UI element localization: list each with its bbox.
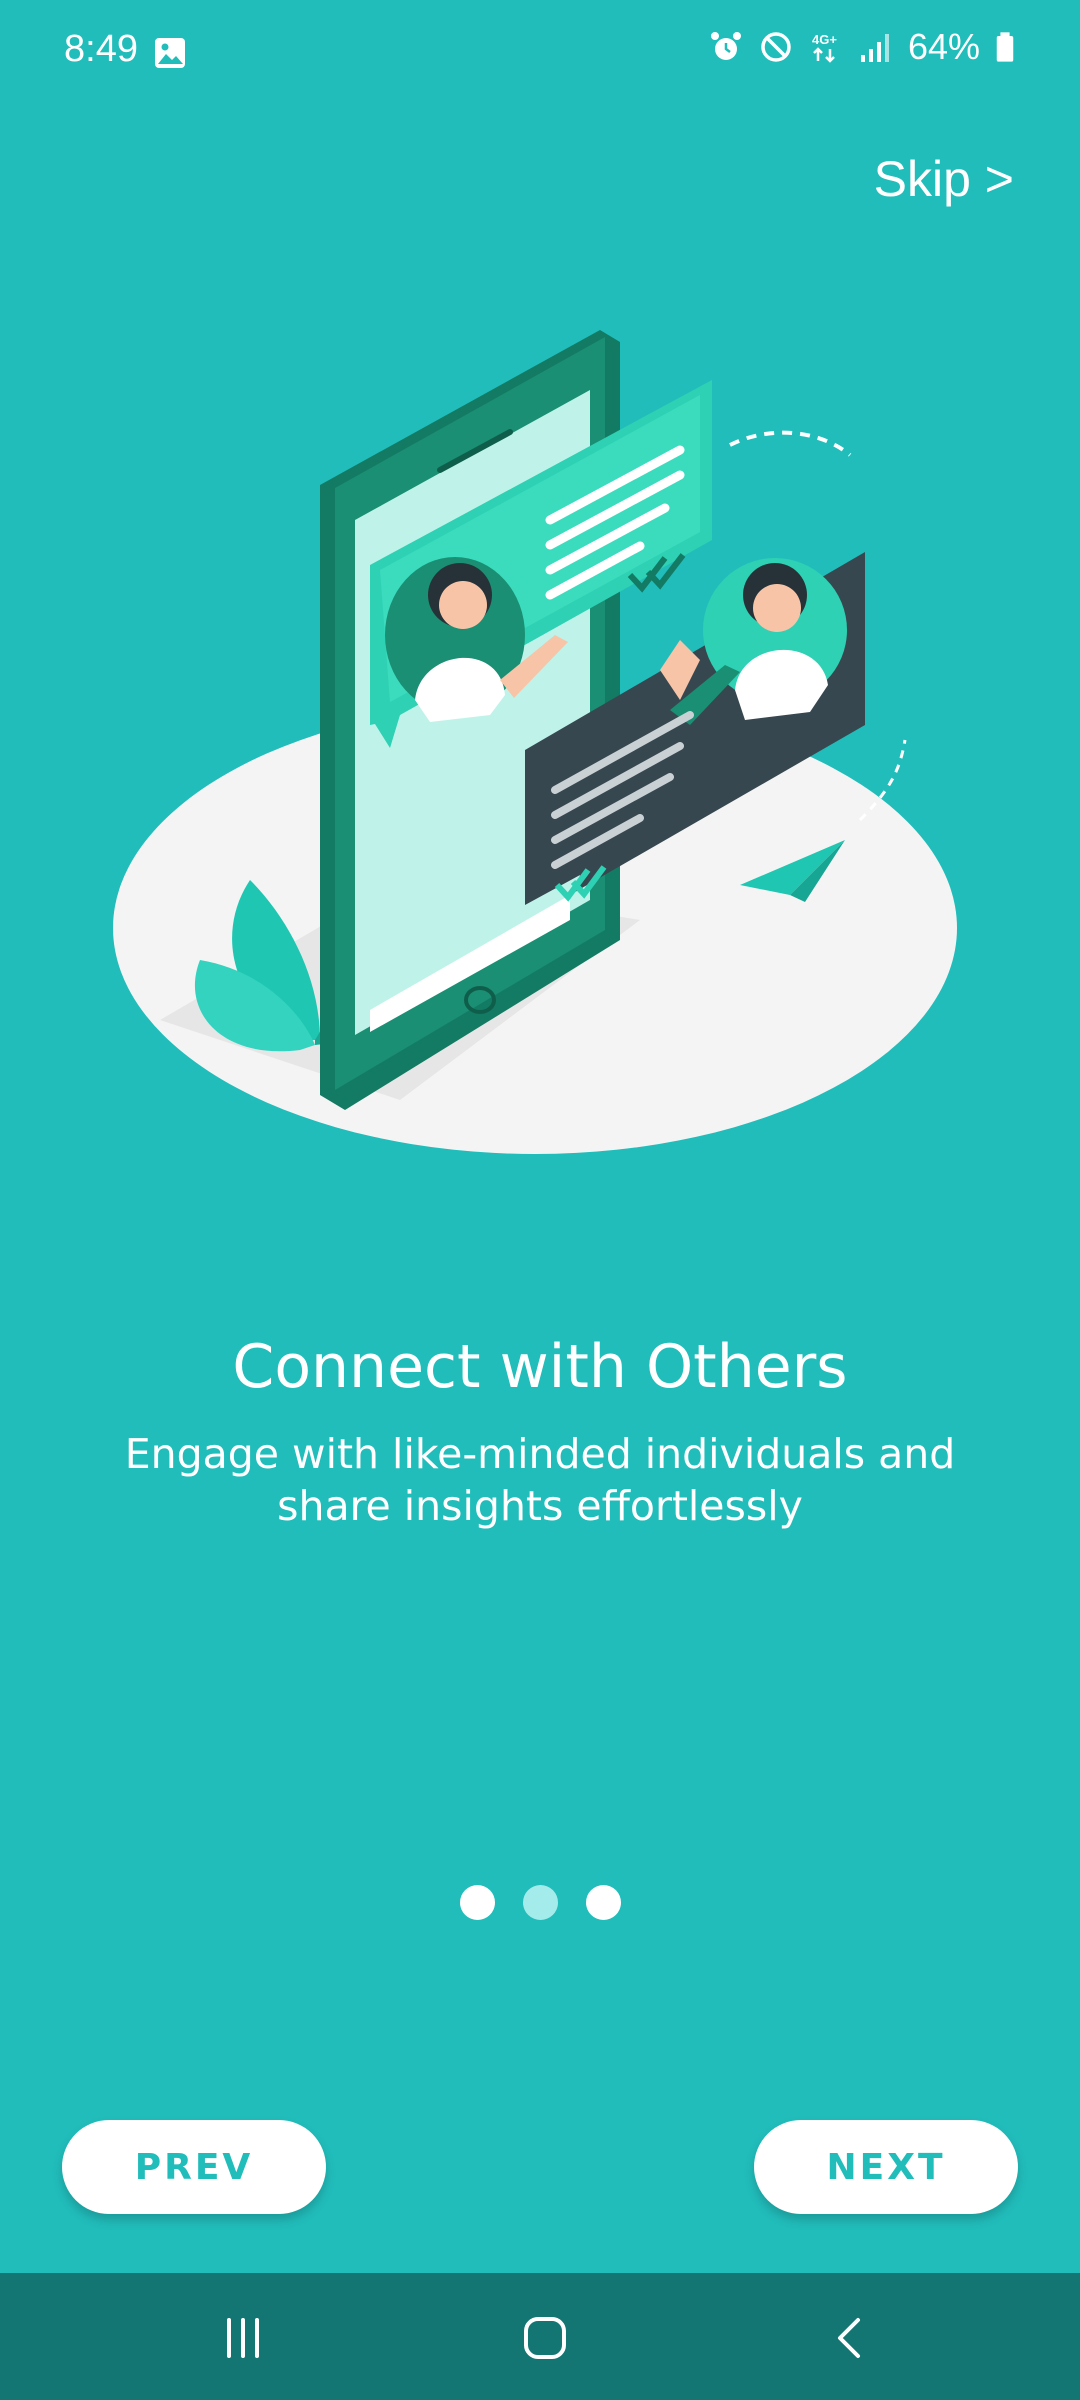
next-button[interactable]: NEXT <box>754 2120 1018 2214</box>
4g-lte-icon: 4G+ <box>812 32 837 63</box>
prev-button[interactable]: PREV <box>62 2120 326 2214</box>
recents-icon[interactable] <box>208 2303 278 2373</box>
page-dot-1[interactable] <box>459 1885 495 1920</box>
onboarding-title: Connect with Others <box>232 1332 848 1402</box>
page-dot-2[interactable] <box>522 1885 558 1920</box>
status-time: 8:49 <box>64 28 138 70</box>
status-bar: 8:49 4G+ 64% <box>0 0 1080 110</box>
back-icon[interactable] <box>815 2303 885 2373</box>
svg-text:4G+: 4G+ <box>812 32 837 47</box>
onboarding-screen: 8:49 4G+ 64% Skip > Connect with Others … <box>0 0 1080 2400</box>
signal-icon <box>860 34 889 62</box>
connect-illustration <box>113 330 957 1154</box>
skip-button[interactable]: Skip > <box>874 150 1014 208</box>
status-icons: 4G+ 64% <box>708 26 1016 68</box>
alarm-icon <box>710 32 741 60</box>
home-icon[interactable] <box>510 2303 580 2373</box>
do-not-disturb-icon <box>761 32 791 62</box>
battery-percentage: 64% <box>907 26 980 67</box>
onboarding-description: Engage with like-minded individuals and … <box>124 1430 956 1530</box>
page-indicator <box>0 1885 1080 1920</box>
page-dot-3[interactable] <box>585 1885 621 1920</box>
battery-icon <box>996 32 1014 62</box>
system-nav-bar <box>0 2273 1080 2400</box>
gallery-icon <box>155 38 185 68</box>
